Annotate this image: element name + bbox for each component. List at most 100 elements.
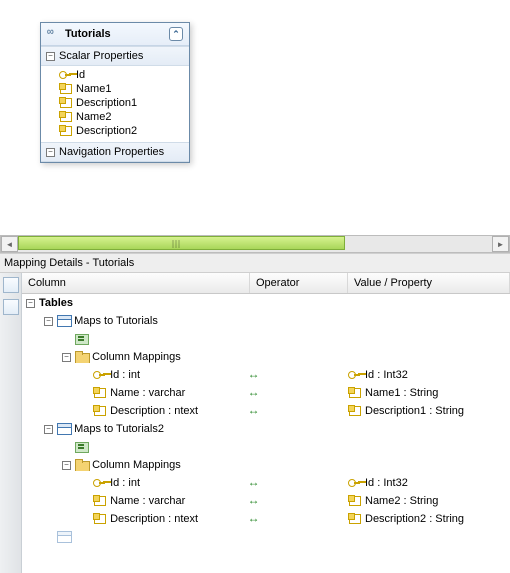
operator-symbol: ↔ <box>250 386 256 400</box>
operator-symbol: ↔ <box>250 512 256 526</box>
column-icon <box>93 513 107 525</box>
scalar-props-header[interactable]: − Scalar Properties <box>41 46 189 66</box>
property-icon <box>59 83 73 95</box>
mapping-tree: −Tables− Maps to Tutorials − Column Mapp… <box>22 294 510 546</box>
column-mappings-label: Column Mappings <box>92 351 181 363</box>
nav-props-header[interactable]: − Navigation Properties <box>41 142 189 162</box>
property-icon <box>348 495 362 507</box>
table-icon <box>57 531 71 543</box>
tree-row[interactable]: Name : varchar↔Name2 : String <box>22 492 510 510</box>
column-name: Id : int <box>110 369 140 381</box>
value-property: Id : Int32 <box>365 477 408 489</box>
tree-row[interactable] <box>22 528 510 546</box>
value-property: Name1 : String <box>365 387 438 399</box>
entity-icon: ∞ <box>47 28 61 40</box>
key-icon <box>348 477 362 489</box>
entity-property[interactable]: Description2 <box>45 124 185 138</box>
condition-icon <box>75 441 89 453</box>
tree-row[interactable]: − Column Mappings <box>22 348 510 366</box>
tree-row[interactable]: − Column Mappings <box>22 456 510 474</box>
scalar-props-list: Id Name1 Description1Name2Description2 <box>41 66 189 142</box>
key-icon <box>93 369 107 381</box>
operator-symbol: ↔ <box>250 368 256 382</box>
nav-props-label: Navigation Properties <box>59 146 164 158</box>
minus-toggle-icon[interactable]: − <box>62 461 71 470</box>
minus-toggle-icon[interactable]: − <box>26 299 35 308</box>
operator-symbol: ↔ <box>250 494 256 508</box>
horizontal-scrollbar[interactable]: ◄ ► <box>0 235 510 253</box>
entity-property[interactable]: Description1 <box>45 96 185 110</box>
property-name: Id <box>76 69 85 81</box>
column-icon <box>93 387 107 399</box>
mapping-gutter <box>0 273 22 573</box>
tree-row[interactable]: Id : int ↔ Id : Int32 <box>22 366 510 384</box>
tree-row[interactable]: −Tables <box>22 294 510 312</box>
key-icon <box>93 477 107 489</box>
entity-card[interactable]: ∞ Tutorials ⌃ − Scalar Properties Id Name… <box>40 22 190 163</box>
property-icon <box>348 405 362 417</box>
mapping-details-title: Mapping Details - Tutorials <box>0 253 510 273</box>
operator-symbol: ↔ <box>250 404 256 418</box>
scroll-track[interactable] <box>18 236 492 252</box>
scroll-left-button[interactable]: ◄ <box>1 236 18 252</box>
mapping-grid: Column Operator Value / Property −Tables… <box>22 273 510 573</box>
column-icon <box>93 405 107 417</box>
value-property: Description1 : String <box>365 405 464 417</box>
gutter-button-2[interactable] <box>3 299 19 315</box>
entity-title-bar[interactable]: ∞ Tutorials ⌃ <box>41 23 189 46</box>
column-name: Id : int <box>110 477 140 489</box>
property-name: Description1 <box>76 97 137 109</box>
column-name: Name : varchar <box>110 495 185 507</box>
column-name: Name : varchar <box>110 387 185 399</box>
entity-property[interactable]: Name2 <box>45 110 185 124</box>
column-name: Description : ntext <box>110 513 198 525</box>
property-icon <box>59 125 73 137</box>
property-name: Name1 <box>76 83 111 95</box>
designer-surface[interactable]: ∞ Tutorials ⌃ − Scalar Properties Id Name… <box>0 0 510 235</box>
column-mappings-label: Column Mappings <box>92 459 181 471</box>
tree-row[interactable]: Description : ntext ↔ Description2 : Strin… <box>22 510 510 528</box>
collapse-chevron-icon[interactable]: ⌃ <box>169 27 183 41</box>
entity-property[interactable]: Name1 <box>45 82 185 96</box>
condition-icon <box>75 333 89 345</box>
tree-row[interactable] <box>22 438 510 456</box>
entity-title: Tutorials <box>65 28 111 40</box>
gutter-button-1[interactable] <box>3 277 19 293</box>
header-column[interactable]: Column <box>22 273 250 293</box>
table-icon <box>57 315 71 327</box>
minus-toggle-icon[interactable]: − <box>62 353 71 362</box>
folder-icon <box>75 459 89 471</box>
column-name: Description : ntext <box>110 405 198 417</box>
minus-toggle-icon[interactable]: − <box>44 425 53 434</box>
property-icon <box>348 387 362 399</box>
key-icon <box>59 69 73 81</box>
scroll-right-button[interactable]: ► <box>492 236 509 252</box>
header-operator[interactable]: Operator <box>250 273 348 293</box>
minus-toggle-icon[interactable]: − <box>46 52 55 61</box>
entity-property[interactable]: Id <box>45 68 185 82</box>
tree-row[interactable]: Name : varchar ↔ Name1 : String <box>22 384 510 402</box>
value-property: Id : Int32 <box>365 369 408 381</box>
tree-row[interactable]: Description : ntext ↔ Description1 : Strin… <box>22 402 510 420</box>
tree-row[interactable]: − Maps to Tutorials2 <box>22 420 510 438</box>
scalar-props-label: Scalar Properties <box>59 50 143 62</box>
property-icon <box>348 513 362 525</box>
tree-row[interactable]: − Maps to Tutorials <box>22 312 510 330</box>
header-value[interactable]: Value / Property <box>348 273 510 293</box>
operator-symbol: ↔ <box>250 476 256 490</box>
scroll-thumb[interactable] <box>18 236 345 250</box>
key-icon <box>348 369 362 381</box>
table-icon <box>57 423 71 435</box>
minus-toggle-icon[interactable]: − <box>44 317 53 326</box>
grid-header: Column Operator Value / Property <box>22 273 510 294</box>
maps-to-label: Maps to Tutorials <box>74 315 158 327</box>
folder-icon <box>75 351 89 363</box>
tree-row[interactable]: Id : int ↔ Id : Int32 <box>22 474 510 492</box>
minus-toggle-icon[interactable]: − <box>46 148 55 157</box>
maps-to-label: Maps to Tutorials2 <box>74 423 164 435</box>
property-name: Description2 <box>76 125 137 137</box>
tree-row[interactable] <box>22 330 510 348</box>
tables-root-label: Tables <box>39 297 73 309</box>
value-property: Description2 : String <box>365 513 464 525</box>
property-icon <box>59 97 73 109</box>
